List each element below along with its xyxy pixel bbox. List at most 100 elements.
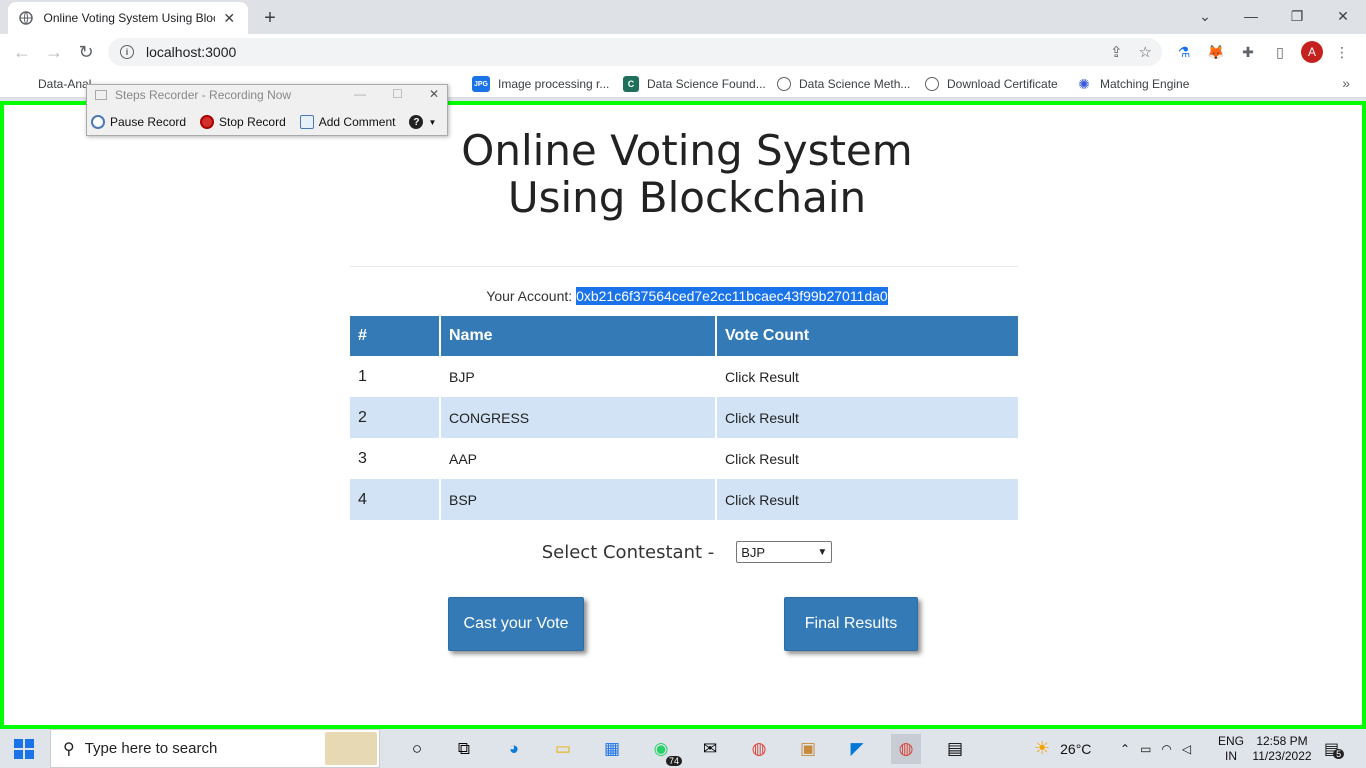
address-url: localhost:3000 [146, 44, 237, 60]
jpg-file-icon: JPG [472, 76, 490, 92]
bookmark-star-icon[interactable]: ☆ [1139, 43, 1152, 61]
spinner-icon: ✺ [1078, 75, 1090, 92]
tab-close-icon[interactable]: ✕ [221, 9, 238, 27]
candidate-name: BJP [440, 356, 717, 397]
bookmark-item-5[interactable]: ✺ Matching Engine [1076, 75, 1189, 93]
mail-icon[interactable]: ✉ [695, 734, 725, 764]
account-address[interactable]: 0xb21c6f37564ced7e2cc11bcaec43f99b27011d… [576, 287, 888, 305]
taskbar-search-box[interactable]: ⚲ Type here to search [50, 729, 380, 768]
chevron-down-icon: ▼ [428, 117, 437, 127]
browser-tab-active[interactable]: Online Voting System Using Bloc ✕ [8, 2, 248, 34]
edge-browser-icon[interactable]: ◕ [499, 734, 529, 764]
window-close-icon[interactable]: ✕ [1320, 0, 1366, 32]
tab-title: Online Voting System Using Bloc [43, 11, 215, 25]
search-placeholder: Type here to search [84, 740, 218, 757]
globe-icon [18, 10, 34, 26]
chrome-menu-icon[interactable]: ⋮ [1332, 42, 1352, 62]
comment-icon [299, 115, 314, 129]
bookmark-item-1[interactable]: JPG Image processing r... [472, 75, 609, 93]
forward-arrow-icon[interactable]: → [42, 40, 66, 64]
vote-count: Click Result [716, 479, 1018, 520]
select-contestant-label: Select Contestant - [541, 541, 715, 563]
table-row: 4 BSP Click Result [350, 479, 1018, 520]
windows-start-icon[interactable] [14, 739, 34, 759]
bookmark-item-4[interactable]: Download Certificate [925, 75, 1058, 93]
extension-flask-icon[interactable]: ⚗ [1174, 42, 1194, 62]
notification-center[interactable]: ▤ 5 [1324, 729, 1345, 768]
clock[interactable]: 12:58 PM 11/23/2022 [1252, 729, 1312, 768]
volume-icon[interactable]: ◁ [1182, 742, 1191, 756]
chrome-icon[interactable]: ◍ [744, 734, 774, 764]
table-header-row: # Name Vote Count [350, 316, 1018, 356]
reload-icon[interactable]: ↻ [74, 40, 98, 64]
bookmark-item-0[interactable]: Data-Anal [38, 75, 91, 93]
help-dropdown-button[interactable]: ? ▼ [409, 115, 436, 129]
microsoft-store-icon[interactable]: ▦ [597, 734, 627, 764]
vote-count: Click Result [725, 368, 799, 385]
chevron-up-icon[interactable]: ⌃ [1120, 742, 1130, 756]
restore-icon[interactable]: ❐ [1274, 0, 1320, 32]
recorder-close-icon[interactable]: ✕ [429, 87, 439, 101]
chevron-down-icon: ▼ [817, 546, 828, 558]
add-comment-button[interactable]: Add Comment [299, 115, 395, 129]
whatsapp-icon[interactable]: ◉ 74 [646, 734, 682, 766]
extensions-puzzle-icon[interactable]: ✚ [1238, 42, 1258, 62]
temperature: 26°C [1060, 740, 1092, 757]
final-results-button[interactable]: Final Results [784, 597, 918, 651]
recorder-maximize-icon[interactable]: ☐ [392, 87, 403, 101]
account-label: Your Account: [486, 288, 573, 304]
minimize-icon[interactable]: — [1228, 0, 1274, 32]
candidate-name: BSP [440, 479, 717, 520]
globe-icon [925, 77, 939, 91]
side-panel-icon[interactable]: ▯ [1270, 42, 1290, 62]
sun-icon: ☀ [1034, 738, 1051, 758]
search-icon: ⚲ [63, 740, 75, 758]
cast-vote-button[interactable]: Cast your Vote [448, 597, 584, 651]
share-icon[interactable]: ⇪ [1110, 43, 1123, 61]
new-tab-plus-icon[interactable]: + [258, 6, 282, 30]
weather-widget[interactable]: ☀ 26°C [1034, 729, 1091, 768]
vote-count: Click Result [725, 450, 799, 467]
language-indicator[interactable]: ENG IN [1218, 729, 1244, 768]
battery-icon[interactable]: ▭ [1140, 742, 1151, 756]
bookmarks-overflow-icon[interactable]: » [1342, 75, 1350, 91]
table-row: 3 AAP Click Result [350, 438, 1018, 479]
package-box-icon[interactable]: ▣ [793, 734, 823, 764]
chrome-active-icon[interactable]: ◍ [891, 734, 921, 764]
help-icon: ? [409, 115, 424, 129]
site-info-icon[interactable]: i [120, 45, 134, 59]
whatsapp-badge: 74 [665, 756, 682, 766]
pause-record-button[interactable]: Pause Record [91, 115, 186, 129]
recorder-minimize-icon[interactable]: — [354, 87, 366, 101]
browser-toolbar: ← → ↻ i localhost:3000 ⇪ ☆ ⚗ 🦊 ✚ ▯ A ⋮ [0, 34, 1366, 70]
candidate-name: CONGRESS [440, 397, 717, 438]
cortana-icon[interactable]: ○ [402, 734, 432, 764]
tab-search-chevron-icon[interactable]: ⌄ [1182, 0, 1228, 32]
file-explorer-icon[interactable]: ▭ [548, 734, 578, 764]
recorder-app-icon [95, 90, 107, 100]
contestant-dropdown[interactable]: BJP ▼ [736, 541, 833, 563]
candidate-name: AAP [440, 438, 717, 479]
task-view-icon[interactable]: ⧉ [449, 734, 479, 764]
metamask-fox-icon[interactable]: 🦊 [1206, 42, 1226, 62]
stop-record-button[interactable]: Stop Record [200, 115, 286, 129]
vscode-icon[interactable]: ◤ [842, 734, 872, 764]
steps-recorder-taskbar-icon[interactable]: ▤ [940, 734, 970, 764]
notification-count: 5 [1333, 748, 1345, 759]
profile-avatar[interactable]: A [1301, 41, 1323, 63]
address-bar[interactable]: i localhost:3000 ⇪ ☆ [108, 38, 1162, 66]
windows-taskbar: ⚲ Type here to search ○ ⧉ ◕ ▭ ▦ ◉ 74 ✉ ◍ … [0, 729, 1366, 768]
bookmark-item-3[interactable]: Data Science Meth... [777, 75, 910, 93]
page-title: Online Voting System Using Blockchain [461, 126, 913, 222]
steps-recorder-window: Steps Recorder - Recording Now — ☐ ✕ Pau… [86, 84, 448, 136]
dropdown-selected-value: BJP [741, 544, 766, 560]
back-arrow-icon[interactable]: ← [10, 40, 34, 64]
row-number: 2 [350, 397, 441, 438]
coursera-icon: C [623, 76, 639, 92]
wifi-icon[interactable]: ◠ [1161, 742, 1171, 756]
table-row: 2 CONGRESS Click Result [350, 397, 1018, 438]
account-line: Your Account: 0xb21c6f37564ced7e2cc11bca… [4, 287, 1366, 305]
bookmark-item-2[interactable]: C Data Science Found... [623, 75, 766, 93]
stop-icon [200, 115, 215, 129]
row-number: 1 [350, 356, 441, 397]
